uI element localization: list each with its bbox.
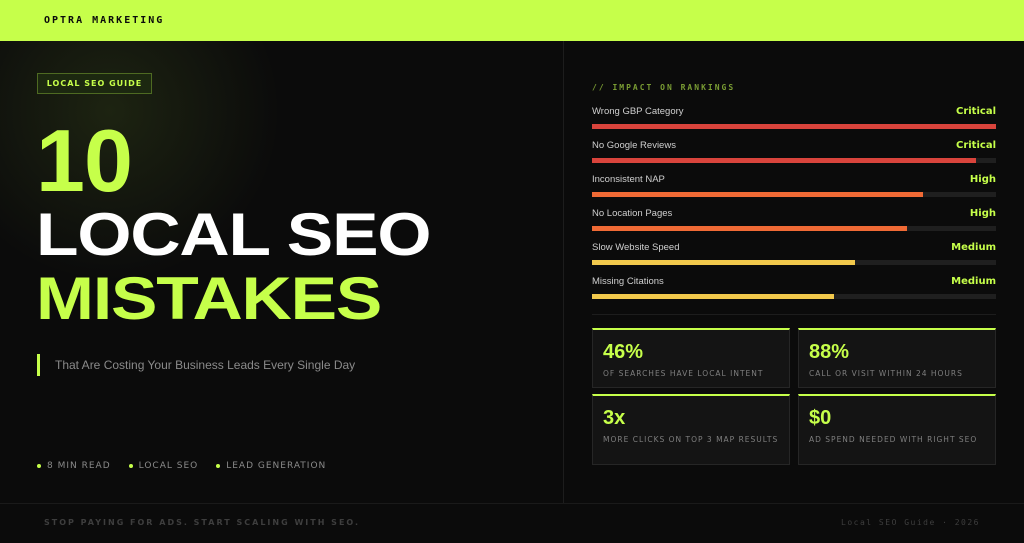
impact-panel: // IMPACT ON RANKINGS Wrong GBP Category… — [565, 41, 1024, 503]
ranking-row: Slow Website Speed Medium — [592, 242, 996, 276]
ranking-name: Wrong GBP Category — [592, 106, 684, 117]
top-bar: OPTRA MARKETING — [0, 0, 1024, 41]
title-number: 10 — [36, 111, 133, 210]
meta-label: 8 MIN READ — [47, 461, 111, 471]
impact-track — [592, 192, 996, 197]
ranking-row: Inconsistent NAP High — [592, 174, 996, 208]
stat-card: 46% OF SEARCHES HAVE LOCAL INTENT — [592, 328, 790, 388]
stat-card: 88% CALL OR VISIT WITHIN 24 HOURS — [798, 328, 996, 388]
impact-bar — [592, 192, 924, 197]
impact-bar — [592, 260, 855, 265]
impact-track — [592, 124, 996, 129]
impact-track — [592, 294, 996, 299]
bullet-icon — [37, 464, 41, 468]
title-line-1: LOCAL SEO — [36, 201, 431, 268]
ranking-name: Missing Citations — [592, 276, 664, 287]
meta-label: LOCAL SEO — [138, 461, 199, 471]
bullet-icon — [216, 464, 221, 468]
meta-item: 8 MIN READ — [37, 461, 111, 471]
meta-list: 8 MIN READ LOCAL SEO LEAD GENERATION — [37, 461, 326, 471]
ranking-name: Inconsistent NAP — [592, 174, 665, 185]
ranking-row: No Location Pages High — [592, 208, 996, 242]
ranking-level: Critical — [955, 106, 996, 117]
brand-name: OPTRA MARKETING — [44, 15, 165, 26]
stat-description: CALL OR VISIT WITHIN 24 HOURS — [809, 369, 963, 378]
ranking-row: Missing Citations Medium — [592, 276, 996, 310]
impact-bar — [592, 158, 976, 163]
stat-value: 46% — [603, 341, 644, 363]
divider — [592, 314, 996, 315]
meta-item: LOCAL SEO — [128, 461, 199, 471]
guide-tag: LOCAL SEO GUIDE — [37, 73, 152, 94]
meta-label: LEAD GENERATION — [226, 461, 327, 471]
ranking-level: Medium — [951, 242, 996, 253]
ranking-row: No Google Reviews Critical — [592, 140, 996, 174]
stat-description: AD SPEND NEEDED WITH RIGHT SEO — [809, 435, 978, 444]
bullet-icon — [128, 464, 133, 468]
stat-card: 3x MORE CLICKS ON TOP 3 MAP RESULTS — [592, 394, 790, 465]
rankings-list: Wrong GBP Category Critical No Google Re… — [592, 106, 996, 310]
stat-value: $0 — [809, 407, 832, 429]
stat-value: 88% — [809, 341, 850, 363]
subtitle: That Are Costing Your Business Leads Eve… — [37, 354, 355, 376]
impact-track — [592, 226, 996, 231]
title-line-2: MISTAKES — [36, 265, 382, 332]
meta-item: LEAD GENERATION — [216, 461, 326, 471]
ranking-level: Critical — [955, 140, 996, 151]
ranking-level: High — [969, 174, 996, 185]
ranking-name: No Google Reviews — [592, 140, 676, 151]
impact-bar — [592, 226, 908, 231]
rankings-label: // IMPACT ON RANKINGS — [592, 83, 736, 92]
ranking-name: No Location Pages — [592, 208, 673, 219]
page-title: 10 LOCAL SEO MISTAKES — [36, 111, 431, 331]
stat-description: MORE CLICKS ON TOP 3 MAP RESULTS — [603, 435, 779, 444]
ranking-name: Slow Website Speed — [592, 242, 680, 253]
impact-track — [592, 158, 996, 163]
stat-description: OF SEARCHES HAVE LOCAL INTENT — [603, 369, 764, 378]
footer-credit: Local SEO Guide · 2026 — [841, 518, 980, 527]
ranking-level: High — [969, 208, 996, 219]
impact-track — [592, 260, 996, 265]
ranking-level: Medium — [951, 276, 996, 287]
footer-tagline: STOP PAYING FOR ADS. START SCALING WITH … — [44, 518, 361, 527]
hero-panel: LOCAL SEO GUIDE 10 LOCAL SEO MISTAKES Th… — [0, 41, 564, 503]
ranking-row: Wrong GBP Category Critical — [592, 106, 996, 140]
main-content: LOCAL SEO GUIDE 10 LOCAL SEO MISTAKES Th… — [0, 41, 1024, 503]
footer: STOP PAYING FOR ADS. START SCALING WITH … — [0, 503, 1024, 543]
impact-bar — [592, 294, 835, 299]
stat-value: 3x — [603, 407, 626, 429]
stat-card: $0 AD SPEND NEEDED WITH RIGHT SEO — [798, 394, 996, 465]
stats-grid: 46% OF SEARCHES HAVE LOCAL INTENT 88% CA… — [592, 328, 996, 465]
impact-bar — [592, 124, 996, 129]
